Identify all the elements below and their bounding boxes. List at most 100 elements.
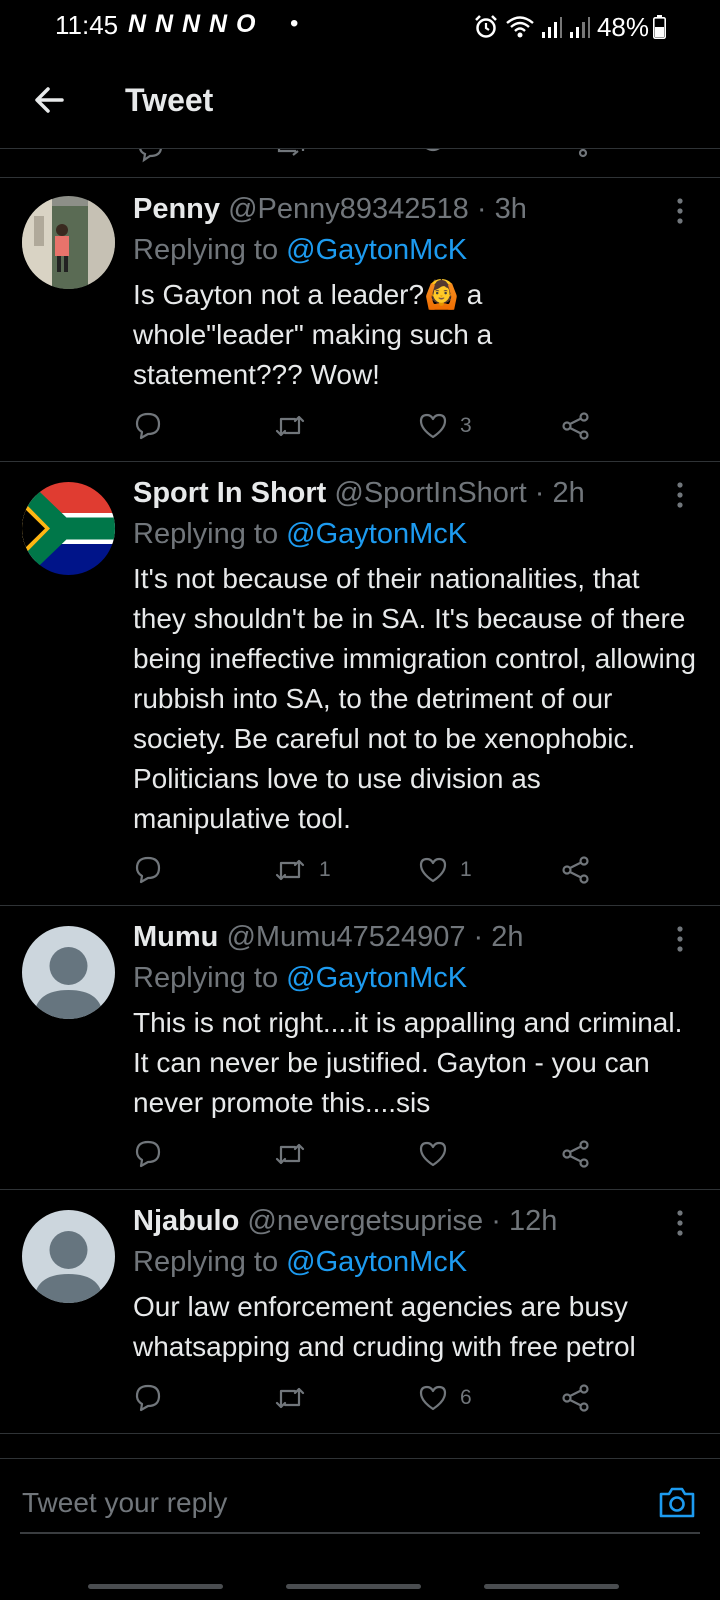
compose-divider [0,1458,720,1459]
replying-to: Replying to @GaytonMcK [133,1245,700,1279]
notification-dot: • [290,10,299,37]
replying-to: Replying to @GaytonMcK [133,961,700,995]
reply-header: Njabulo @nevergetsuprise · 12h [133,1204,700,1238]
retweet-button[interactable] [273,1134,319,1174]
status-right: 48% [473,10,720,44]
display-name[interactable]: Mumu [133,921,218,953]
tweet-text: This is not right....it is appalling and… [133,1007,683,1118]
display-name[interactable]: Njabulo [133,1205,239,1237]
reply-mumu[interactable]: Mumu @Mumu47524907 · 2h Replying to @Gay… [0,906,720,1190]
share-icon [562,1384,589,1412]
reply-body: Sport In Short @SportInShort · 2h Replyi… [133,476,700,839]
replying-label: Replying to [133,518,279,550]
reply-button[interactable] [133,1378,163,1418]
battery-icon [653,15,666,39]
partial-reply-icon[interactable] [135,149,165,167]
tweet-text: It's not because of their nationalities,… [133,563,696,834]
like-icon [419,1141,447,1167]
user-handle[interactable]: @Penny89342518 [228,193,469,225]
back-arrow-icon[interactable] [28,78,72,122]
nav-home[interactable] [286,1584,421,1589]
user-handle[interactable]: @Mumu47524907 [226,921,465,953]
status-time: 11:45 [55,10,119,40]
share-icon [562,1140,589,1168]
default-avatar[interactable] [22,1210,115,1303]
south-africa-flag-avatar[interactable] [22,482,115,575]
nav-recent-apps[interactable] [88,1584,223,1589]
reply-icon [135,412,161,440]
like-icon [419,1385,447,1411]
mention-link[interactable]: @GaytonMcK [286,1246,467,1278]
signal-icon-2 [569,17,590,38]
more-options-icon[interactable] [670,480,690,510]
user-handle[interactable]: @SportInShort [334,477,526,509]
partial-share-icon[interactable] [566,149,596,167]
replying-label: Replying to [133,962,279,994]
reply-button[interactable] [133,406,163,446]
like-button[interactable]: 3 [418,406,472,446]
reply-icon [135,1384,161,1412]
tweet-text: Our law enforcement agencies are busy wh… [133,1291,636,1362]
display-name[interactable]: Penny [133,193,220,225]
share-icon [562,856,589,884]
reply-penny[interactable]: Penny @Penny89342518 · 3h Replying to @G… [0,178,720,462]
timestamp: 2h [491,921,524,953]
share-button[interactable] [561,1134,591,1174]
mention-link[interactable]: @GaytonMcK [286,234,467,266]
retweet-icon [275,859,305,881]
retweet-button[interactable] [273,406,319,446]
retweet-button[interactable]: 1 [273,850,331,890]
wifi-icon [506,16,534,38]
separator: · [473,921,484,953]
photo-avatar[interactable] [22,196,115,289]
display-name[interactable]: Sport In Short [133,477,326,509]
default-avatar[interactable] [22,926,115,1019]
page-title: Tweet [125,82,214,118]
mention-link[interactable]: @GaytonMcK [286,962,467,994]
more-options-icon[interactable] [670,1208,690,1238]
like-button[interactable]: 1 [418,850,472,890]
reply-header: Sport In Short @SportInShort · 2h [133,476,700,510]
reply-njabulo[interactable]: Njabulo @nevergetsuprise · 12h Replying … [0,1190,720,1434]
reply-button[interactable] [133,1134,163,1174]
signal-icon [541,17,562,38]
tweet-actions: 3 [133,406,613,446]
like-count: 3 [460,414,472,437]
retweet-icon [275,415,305,437]
reply-body: Mumu @Mumu47524907 · 2h Replying to @Gay… [133,920,700,1123]
like-icon [419,857,447,883]
reply-icon [135,1140,161,1168]
replying-to: Replying to @GaytonMcK [133,233,700,267]
share-button[interactable] [561,850,591,890]
nav-back[interactable] [484,1584,619,1589]
partial-retweet-icon[interactable] [276,149,308,167]
partial-like-icon[interactable] [418,149,448,167]
more-options-icon[interactable] [670,924,690,954]
timestamp: 3h [494,193,527,225]
user-handle[interactable]: @nevergetsuprise [247,1205,483,1237]
notification-icons: N N N N O [128,10,257,38]
reply-icon [135,856,161,884]
share-button[interactable] [561,406,591,446]
previous-tweet-actions [0,149,720,178]
tweet-actions: 1 1 [133,850,613,890]
like-button[interactable]: 6 [418,1378,472,1418]
tweet-actions [133,1134,613,1174]
reply-input[interactable] [20,1480,624,1526]
app-header: Tweet [0,56,720,149]
retweet-count: 1 [319,858,331,881]
share-button[interactable] [561,1378,591,1418]
like-button[interactable] [418,1134,460,1174]
reply-body: Penny @Penny89342518 · 3h Replying to @G… [133,192,700,395]
reply-sport-in-short[interactable]: Sport In Short @SportInShort · 2h Replyi… [0,462,720,906]
separator: · [534,477,545,509]
status-bar: 11:45 N N N N O • 48% [0,0,720,56]
reply-button[interactable] [133,850,163,890]
like-count: 1 [460,858,472,881]
mention-link[interactable]: @GaytonMcK [286,518,467,550]
share-icon [562,412,589,440]
camera-icon[interactable] [657,1482,697,1522]
more-options-icon[interactable] [670,196,690,226]
compose-underline [20,1532,700,1534]
retweet-button[interactable] [273,1378,319,1418]
